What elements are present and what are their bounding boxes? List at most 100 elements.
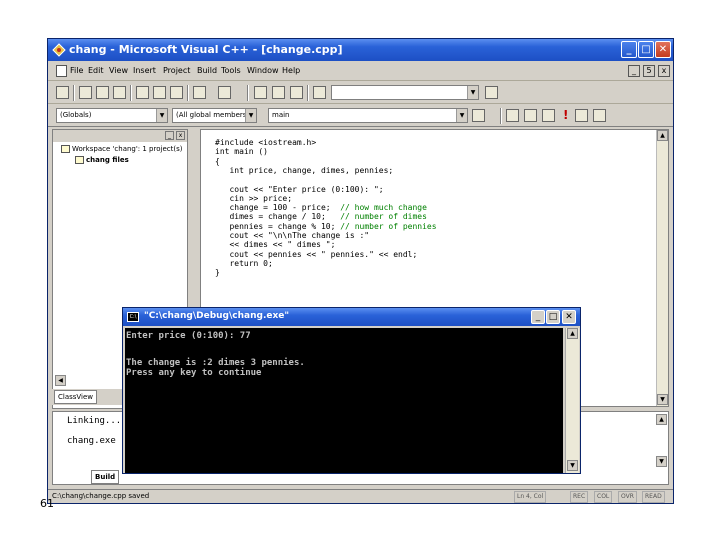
console-window: C:\ "C:\chang\Debug\chang.exe" _ □ ✕ Ent… (122, 307, 581, 474)
scroll-left-arrow[interactable]: ◀ (55, 375, 66, 386)
ide-title: chang - Microsoft Visual C++ - [change.c… (69, 43, 343, 56)
code-line: int main () (215, 147, 268, 157)
maximize-button[interactable]: □ (638, 41, 654, 58)
redo-icon[interactable] (218, 86, 231, 99)
workspace-header: _ x (53, 130, 187, 142)
execute-icon[interactable]: ! (563, 108, 568, 122)
console-line: Enter price (0:100): 77 (126, 331, 251, 341)
console-line: Press any key to continue (126, 368, 262, 378)
toolbar-separator (500, 108, 502, 124)
menu-window[interactable]: Window (247, 66, 279, 75)
new-file-icon[interactable] (56, 86, 69, 99)
code-line: cout << pennies << " pennies." << endl; (215, 249, 418, 259)
tree-item-workspace[interactable]: Workspace 'chang': 1 project(s) (61, 145, 182, 153)
save-all-icon[interactable] (113, 86, 126, 99)
chevron-down-icon[interactable]: ▼ (245, 109, 256, 122)
breakpoint-icon[interactable] (593, 109, 606, 122)
console-output[interactable]: Enter price (0:100): 77 The change is :2… (125, 328, 563, 473)
chevron-down-icon[interactable]: ▼ (456, 109, 467, 122)
class-combo[interactable]: (Globals) ▼ (56, 108, 168, 123)
console-scroll-up-arrow[interactable]: ▲ (567, 328, 578, 339)
status-message: C:\chang\change.cpp saved (52, 492, 150, 500)
code-text: pennies = change % 10; (215, 221, 336, 231)
code-line: { (215, 156, 220, 166)
close-button[interactable]: ✕ (655, 41, 671, 58)
minimize-button[interactable]: _ (621, 41, 637, 58)
menu-insert[interactable]: Insert (133, 66, 156, 75)
scroll-down-arrow[interactable]: ▼ (657, 394, 668, 405)
tab-build[interactable]: Build (91, 470, 120, 484)
workspace-icon[interactable] (254, 86, 267, 99)
console-scroll-down-arrow[interactable]: ▼ (567, 460, 578, 471)
menu-build[interactable]: Build (197, 66, 217, 75)
menu-edit[interactable]: Edit (88, 66, 104, 75)
menu-project[interactable]: Project (163, 66, 190, 75)
find-combo[interactable]: ▼ (331, 85, 479, 100)
menu-view[interactable]: View (109, 66, 128, 75)
console-minimize-button[interactable]: _ (531, 310, 545, 324)
ide-title-bar[interactable]: chang - Microsoft Visual C++ - [change.c… (48, 39, 673, 61)
menu-file[interactable]: File (70, 66, 83, 75)
code-line: #include <iostream.h> (215, 138, 317, 147)
output-icon[interactable] (272, 86, 285, 99)
chevron-down-icon[interactable]: ▼ (156, 109, 167, 122)
toolbar-separator (247, 85, 249, 101)
mdi-close-button[interactable]: x (658, 65, 670, 77)
tree-item-project[interactable]: chang files (75, 156, 129, 164)
undo-icon[interactable] (193, 86, 206, 99)
visual-cpp-app-icon (52, 43, 66, 57)
output-line: chang.exe (67, 436, 116, 446)
toolbar-separator (187, 85, 189, 101)
document-icon[interactable] (56, 65, 67, 77)
status-col: COL (594, 491, 613, 503)
code-line: << dimes << " dimes "; (215, 240, 336, 250)
toolbar-separator (130, 85, 132, 101)
code-line: pennies = change % 10; // number of penn… (215, 221, 436, 231)
wizard-action-icon[interactable] (472, 109, 485, 122)
output-scroll-down-arrow[interactable]: ▼ (656, 456, 667, 467)
workspace-close-button[interactable]: x (176, 131, 185, 140)
go-icon[interactable] (575, 109, 588, 122)
workspace-dock-button[interactable]: _ (165, 131, 174, 140)
function-combo-value: main (272, 111, 290, 119)
copy-icon[interactable] (153, 86, 166, 99)
mdi-minimize-button[interactable]: _ (628, 65, 640, 77)
menu-tools[interactable]: Tools (221, 66, 241, 75)
paste-icon[interactable] (170, 86, 183, 99)
compile-icon[interactable] (506, 109, 519, 122)
console-close-button[interactable]: ✕ (562, 310, 576, 324)
function-combo[interactable]: main ▼ (268, 108, 468, 123)
menu-help[interactable]: Help (282, 66, 300, 75)
find-in-files-icon[interactable] (313, 86, 326, 99)
chevron-down-icon[interactable]: ▼ (467, 86, 478, 99)
status-ovr: OVR (618, 491, 637, 503)
output-scroll-up-arrow[interactable]: ▲ (656, 414, 667, 425)
stop-build-icon[interactable] (542, 109, 555, 122)
wizard-bar: (Globals) ▼ (All global members) ▼ main ▼ ! (48, 105, 673, 127)
open-folder-icon[interactable] (79, 86, 92, 99)
page-number: 61 (40, 497, 54, 510)
output-line: Linking... (67, 416, 122, 426)
find-icon[interactable] (485, 86, 498, 99)
console-title: "C:\chang\Debug\chang.exe" (144, 311, 290, 321)
build-icon[interactable] (524, 109, 537, 122)
mdi-restore-button[interactable]: 5 (643, 65, 655, 77)
scroll-up-arrow[interactable]: ▲ (657, 130, 668, 141)
tab-classview[interactable]: ClassView (54, 390, 98, 404)
code-line: } (215, 268, 220, 278)
status-bar: C:\chang\change.cpp saved Ln 4, Col REC … (48, 489, 673, 503)
console-vertical-scrollbar[interactable]: ▲ ▼ (565, 328, 579, 473)
save-icon[interactable] (96, 86, 109, 99)
code-line: cout << "Enter price (0:100): "; (215, 184, 384, 194)
cut-icon[interactable] (136, 86, 149, 99)
code-text: change = 100 - price; (215, 203, 331, 213)
console-maximize-button[interactable]: □ (546, 310, 560, 324)
console-title-bar[interactable]: C:\ "C:\chang\Debug\chang.exe" _ □ ✕ (123, 308, 580, 326)
members-combo[interactable]: (All global members) ▼ (172, 108, 257, 123)
editor-vertical-scrollbar[interactable]: ▲ ▼ (656, 130, 668, 406)
code-text: dimes = change / 10; (215, 212, 326, 222)
code-line: dimes = change / 10; // number of dimes (215, 212, 427, 221)
code-line: return 0; (215, 258, 273, 268)
workspace-icon (61, 145, 70, 153)
window-list-icon[interactable] (290, 86, 303, 99)
